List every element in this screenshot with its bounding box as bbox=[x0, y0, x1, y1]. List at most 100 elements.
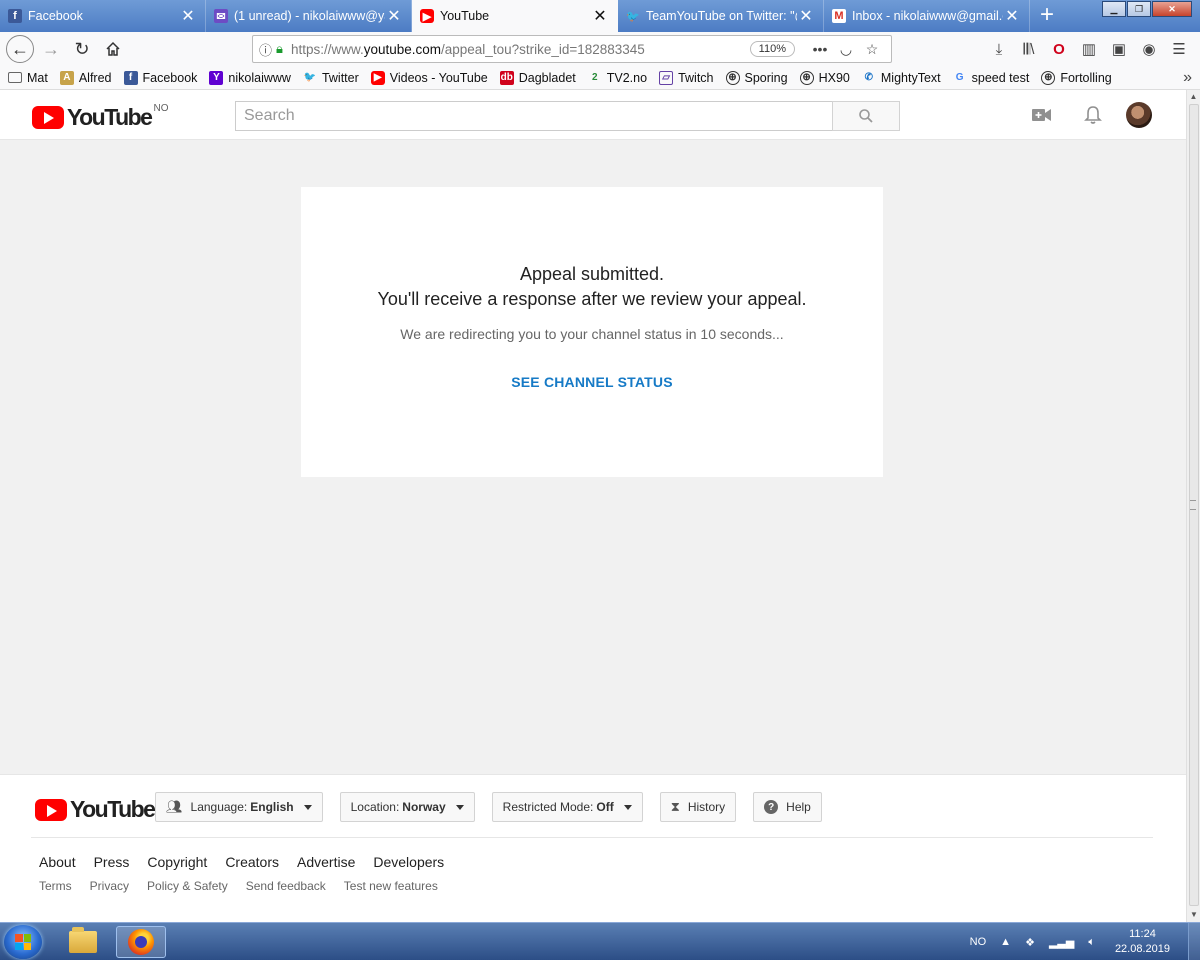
footer-link-copyright[interactable]: Copyright bbox=[147, 854, 207, 870]
minimize-button[interactable]: ▁ bbox=[1102, 1, 1126, 17]
tray-expand-icon[interactable]: ▲ bbox=[1000, 936, 1011, 948]
lock-icon[interactable]: 🔒︎ bbox=[276, 41, 283, 57]
library-icon[interactable]: 𝄃𝄃\ bbox=[1014, 41, 1044, 58]
close-icon[interactable]: ✕ bbox=[179, 6, 197, 26]
opera-icon[interactable]: O bbox=[1044, 41, 1074, 58]
footer-link-advertise[interactable]: Advertise bbox=[297, 854, 355, 870]
new-tab-button[interactable]: + bbox=[1030, 0, 1064, 32]
tab-yahoo-mail[interactable]: ✉ (1 unread) - nikolaiwww@yahoo ✕ bbox=[206, 0, 412, 32]
close-icon[interactable]: ✕ bbox=[1003, 6, 1021, 26]
bookmark-yahoo[interactable]: Ynikolaiwww bbox=[209, 70, 291, 85]
restricted-mode-button[interactable]: Restricted Mode: Off bbox=[491, 792, 643, 822]
sidebar-icon[interactable]: ▥ bbox=[1074, 40, 1104, 58]
dagbladet-icon: db bbox=[499, 70, 514, 85]
tab-facebook[interactable]: f Facebook ✕ bbox=[0, 0, 206, 32]
reload-button[interactable]: ↻ bbox=[68, 35, 96, 63]
bookmark-twitch[interactable]: ▱ Twitch bbox=[659, 70, 714, 85]
download-icon[interactable]: ⤓ bbox=[984, 41, 1014, 58]
window-close-button[interactable]: ✕ bbox=[1152, 1, 1192, 17]
toolbar-right: ⤓ 𝄃𝄃\ O ▥ ▣ ◉ ☰ bbox=[984, 40, 1194, 59]
location-label: Location: bbox=[350, 800, 400, 814]
upload-button[interactable] bbox=[1029, 102, 1055, 128]
dropbox-icon[interactable]: ❖ bbox=[1025, 936, 1035, 949]
bookmark-alfred[interactable]: A Alfred bbox=[59, 70, 112, 85]
bookmark-hx90[interactable]: ⊕ HX90 bbox=[799, 70, 850, 85]
footer-link-about[interactable]: About bbox=[39, 854, 76, 870]
extension-icon[interactable]: ▣ bbox=[1104, 40, 1134, 58]
bookmark-facebook[interactable]: f Facebook bbox=[123, 70, 197, 85]
masthead-actions bbox=[1004, 102, 1152, 128]
bookmark-star-icon[interactable]: ☆ bbox=[859, 41, 885, 58]
tab-title: Facebook bbox=[28, 9, 83, 23]
caret-down-icon bbox=[623, 804, 632, 810]
youtube-footer: YouTube 👥︎ Language: English Location: N… bbox=[0, 774, 1186, 922]
bookmark-speed-test[interactable]: Gspeed test bbox=[953, 71, 1030, 85]
scroll-down-icon[interactable]: ▼ bbox=[1187, 908, 1200, 922]
avatar[interactable] bbox=[1126, 102, 1152, 128]
forward-button[interactable]: → bbox=[37, 35, 65, 63]
footer-link-developers[interactable]: Developers bbox=[373, 854, 444, 870]
help-button[interactable]: ? Help bbox=[753, 792, 822, 822]
notifications-button[interactable] bbox=[1080, 102, 1106, 128]
pocket-icon[interactable]: ◡ bbox=[833, 41, 859, 58]
maximize-button[interactable]: ❐ bbox=[1127, 1, 1151, 17]
input-language[interactable]: NO bbox=[970, 936, 987, 948]
back-button[interactable]: ← bbox=[6, 35, 34, 63]
language-button[interactable]: 👥︎ Language: English bbox=[155, 792, 323, 822]
taskbar-file-explorer[interactable] bbox=[58, 926, 108, 958]
footer-link-send-feedback[interactable]: Send feedback bbox=[246, 879, 326, 893]
close-icon[interactable]: ✕ bbox=[591, 6, 609, 26]
see-channel-status-link[interactable]: SEE CHANNEL STATUS bbox=[511, 374, 673, 390]
tab-gmail[interactable]: M Inbox - nikolaiwww@gmail.co ✕ bbox=[824, 0, 1030, 32]
close-icon[interactable]: ✕ bbox=[385, 6, 403, 26]
url-prefix: https://www. bbox=[290, 41, 364, 57]
home-button[interactable] bbox=[99, 35, 127, 63]
search-button[interactable] bbox=[832, 101, 900, 131]
clock[interactable]: 11:24 22.08.2019 bbox=[1115, 927, 1170, 957]
address-bar[interactable]: ⓘ 🔒︎ https://www.youtube.com/appeal_tou?… bbox=[252, 35, 892, 63]
footer-link-privacy[interactable]: Privacy bbox=[90, 879, 129, 893]
close-icon[interactable]: ✕ bbox=[797, 6, 815, 26]
logo-text: YouTube bbox=[67, 104, 153, 130]
bookmark-twitter[interactable]: 🐦 Twitter bbox=[303, 71, 359, 85]
bookmark-fortolling[interactable]: ⊕ Fortolling bbox=[1041, 70, 1112, 85]
footer-link-policy-safety[interactable]: Policy & Safety bbox=[147, 879, 228, 893]
tab-youtube[interactable]: ▶ YouTube ✕ bbox=[412, 0, 618, 32]
bookmark-dagbladet[interactable]: db Dagbladet bbox=[499, 70, 576, 85]
footer-link-test-new-features[interactable]: Test new features bbox=[344, 879, 438, 893]
url-text[interactable]: https://www.youtube.com/appeal_tou?strik… bbox=[291, 42, 750, 57]
location-button[interactable]: Location: Norway bbox=[339, 792, 475, 822]
start-button[interactable] bbox=[4, 925, 42, 959]
twitter-icon: 🐦 bbox=[303, 72, 317, 83]
volume-icon[interactable]: 🔈︎ bbox=[1088, 936, 1095, 949]
signal-bars-icon[interactable]: ▂▃▅ bbox=[1049, 936, 1074, 949]
footer-link-terms[interactable]: Terms bbox=[39, 879, 72, 893]
bookmark-sporing[interactable]: ⊕ Sporing bbox=[725, 70, 788, 85]
bookmark-youtube[interactable]: ▶ Videos - YouTube bbox=[370, 70, 488, 85]
youtube-logo[interactable]: YouTube NO bbox=[32, 103, 168, 131]
bookmark-mat[interactable]: Mat bbox=[8, 71, 48, 85]
footer-primary-links: About Press Copyright Creators Advertise… bbox=[39, 854, 462, 870]
taskbar-firefox[interactable] bbox=[116, 926, 166, 958]
history-button[interactable]: ⧗ History bbox=[659, 792, 737, 822]
bookmark-mightytext[interactable]: ✆ MightyText bbox=[862, 71, 941, 85]
bookmark-tv2[interactable]: 2 TV2.no bbox=[588, 71, 647, 85]
info-icon[interactable]: ⓘ bbox=[259, 40, 272, 59]
windows-taskbar: NO ▲ ❖ ▂▃▅ 🔈︎ 11:24 22.08.2019 bbox=[0, 922, 1200, 960]
tab-twitter[interactable]: 🐦 TeamYouTube on Twitter: "@ ✕ bbox=[618, 0, 824, 32]
scroll-up-icon[interactable]: ▲ bbox=[1187, 90, 1200, 104]
show-desktop-button[interactable] bbox=[1188, 923, 1200, 960]
zoom-indicator[interactable]: 110% bbox=[749, 41, 795, 57]
footer-link-creators[interactable]: Creators bbox=[225, 854, 279, 870]
menu-icon[interactable]: ☰ bbox=[1164, 40, 1194, 58]
search-input[interactable] bbox=[235, 101, 833, 131]
account-icon[interactable]: ◉ bbox=[1134, 40, 1164, 58]
footer-link-press[interactable]: Press bbox=[94, 854, 130, 870]
language-label: Language: bbox=[190, 800, 248, 814]
video-camera-icon bbox=[1032, 109, 1051, 121]
more-actions-icon[interactable]: ••• bbox=[807, 41, 833, 57]
chevron-double-right-icon[interactable]: » bbox=[1183, 69, 1192, 87]
page-scrollbar[interactable]: ▲ ▼ bbox=[1186, 90, 1200, 922]
footer-youtube-logo[interactable]: YouTube bbox=[35, 796, 156, 823]
mightytext-icon: ✆ bbox=[864, 72, 874, 83]
